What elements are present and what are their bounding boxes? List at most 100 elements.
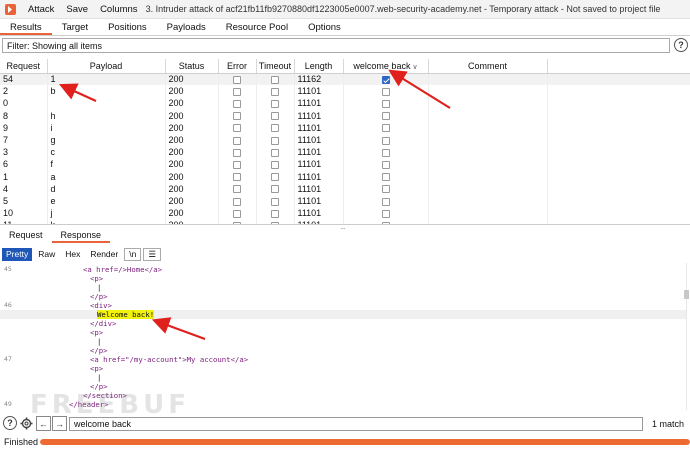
pretty-button[interactable]: Pretty (2, 247, 33, 261)
error-checkbox[interactable] (233, 209, 241, 218)
timeout-checkbox[interactable] (271, 209, 279, 218)
timeout-checkbox[interactable] (271, 221, 279, 224)
help-icon-search[interactable]: ? (3, 416, 17, 430)
column-welcome-back-label: welcome back (353, 60, 411, 71)
help-icon[interactable]: ? (674, 38, 688, 52)
error-checkbox[interactable] (233, 136, 241, 145)
cell-error (218, 158, 257, 171)
tab-results[interactable]: Results (0, 19, 52, 35)
timeout-checkbox[interactable] (271, 185, 279, 194)
timeout-checkbox[interactable] (271, 124, 279, 133)
table-row[interactable]: 9 i 200 11101 (0, 121, 690, 134)
table-row[interactable]: 1 a 200 11101 (0, 170, 690, 183)
menu-attack[interactable]: Attack (22, 4, 60, 15)
welcome-back-text: Welcome back! (97, 310, 155, 319)
code-scrollbar-thumb[interactable] (684, 290, 689, 299)
timeout-checkbox[interactable] (271, 161, 279, 170)
timeout-checkbox[interactable] (271, 148, 279, 157)
tab-response[interactable]: Response (51, 229, 111, 243)
menu-columns[interactable]: Columns (94, 4, 144, 15)
cell-error (218, 133, 257, 147)
table-row[interactable]: 8 h 200 11101 (0, 109, 690, 122)
timeout-checkbox[interactable] (271, 136, 279, 145)
menu-icon[interactable]: ☰ (143, 247, 161, 261)
welcome-back-checkbox[interactable] (381, 136, 390, 145)
search-input[interactable]: welcome back (69, 417, 643, 431)
welcome-back-checkbox[interactable] (381, 173, 390, 182)
table-row[interactable]: 5 e 200 11101 (0, 194, 690, 208)
table-row[interactable]: 10 j 200 11101 (0, 207, 690, 220)
table-row[interactable]: 11k200 11101 (0, 219, 690, 224)
table-row[interactable]: 2 b 200 11101 (0, 85, 690, 98)
timeout-checkbox[interactable] (271, 173, 279, 182)
table-row[interactable]: 6 f 200 11101 (0, 158, 690, 171)
cell-request: 10 (0, 207, 48, 220)
error-checkbox[interactable] (233, 161, 241, 170)
table-row[interactable]: 7 g 200 11101 (0, 133, 690, 147)
error-checkbox[interactable] (233, 75, 241, 84)
welcome-back-checkbox[interactable] (381, 148, 390, 157)
error-checkbox[interactable] (233, 173, 241, 182)
next-match-arrow-icon[interactable]: → (52, 416, 67, 431)
error-checkbox[interactable] (233, 197, 241, 206)
welcome-back-checkbox[interactable] (381, 124, 390, 133)
welcome-back-checkbox[interactable] (381, 75, 390, 84)
welcome-back-checkbox[interactable] (381, 87, 390, 96)
column-timeout[interactable]: Timeout (256, 59, 295, 74)
newline-toggle-button[interactable]: \n (124, 247, 142, 261)
previous-match-arrow-icon[interactable]: ← (36, 416, 51, 431)
tab-resource-pool[interactable]: Resource Pool (216, 19, 298, 35)
column-payload[interactable]: Payload (47, 59, 166, 74)
welcome-back-checkbox[interactable] (381, 112, 390, 121)
column-comment[interactable]: Comment (428, 59, 548, 74)
tab-request[interactable]: Request (0, 229, 52, 243)
error-checkbox[interactable] (233, 124, 241, 133)
menu-save[interactable]: Save (60, 4, 94, 15)
code-line: </p> (0, 292, 686, 301)
error-checkbox[interactable] (233, 100, 241, 109)
tab-payloads[interactable]: Payloads (157, 19, 216, 35)
tab-options[interactable]: Options (298, 19, 351, 35)
column-status[interactable]: Status (165, 59, 219, 74)
response-code-view[interactable]: 45 <a href=/>Home</a> <p> | </p> 46 <div> Welco… (0, 263, 686, 410)
welcome-back-checkbox[interactable] (381, 209, 390, 218)
code-scrollbar-track[interactable] (686, 263, 687, 410)
cell-status: 200 (165, 85, 219, 98)
cell-comment (428, 182, 548, 195)
cell-welcome-back (343, 219, 429, 224)
welcome-back-checkbox[interactable] (381, 221, 390, 224)
timeout-checkbox[interactable] (271, 100, 279, 109)
render-button[interactable]: Render (86, 248, 122, 261)
table-row[interactable]: 54 1 200 11162 (0, 73, 690, 86)
error-checkbox[interactable] (233, 221, 241, 224)
timeout-checkbox[interactable] (271, 87, 279, 96)
column-length[interactable]: Length (294, 59, 344, 74)
timeout-checkbox[interactable] (271, 197, 279, 206)
timeout-checkbox[interactable] (271, 112, 279, 121)
cell-status: 200 (165, 133, 219, 147)
tab-target[interactable]: Target (52, 19, 98, 35)
settings-gear-icon[interactable] (19, 416, 34, 431)
welcome-back-checkbox[interactable] (381, 161, 390, 170)
error-checkbox[interactable] (233, 148, 241, 157)
error-checkbox[interactable] (233, 185, 241, 194)
column-request[interactable]: Request (0, 59, 48, 74)
welcome-back-checkbox[interactable] (381, 197, 390, 206)
cell-length: 11101 (294, 194, 344, 208)
column-welcome-back[interactable]: welcome back ∨ (343, 59, 429, 74)
raw-button[interactable]: Raw (34, 248, 59, 261)
timeout-checkbox[interactable] (271, 75, 279, 84)
table-row[interactable]: 4 d 200 11101 (0, 182, 690, 195)
tab-positions[interactable]: Positions (98, 19, 157, 35)
cell-welcome-back (343, 97, 429, 110)
table-row[interactable]: 0 200 11101 (0, 97, 690, 110)
hex-button[interactable]: Hex (61, 248, 84, 261)
welcome-back-checkbox[interactable] (381, 100, 390, 109)
column-error[interactable]: Error (218, 59, 257, 74)
filter-bar[interactable]: Filter: Showing all items (2, 38, 670, 53)
welcome-back-checkbox[interactable] (381, 185, 390, 194)
table-row[interactable]: 3 c 200 11101 (0, 146, 690, 159)
cell-welcome-back (343, 170, 429, 183)
error-checkbox[interactable] (233, 87, 241, 96)
error-checkbox[interactable] (233, 112, 241, 121)
